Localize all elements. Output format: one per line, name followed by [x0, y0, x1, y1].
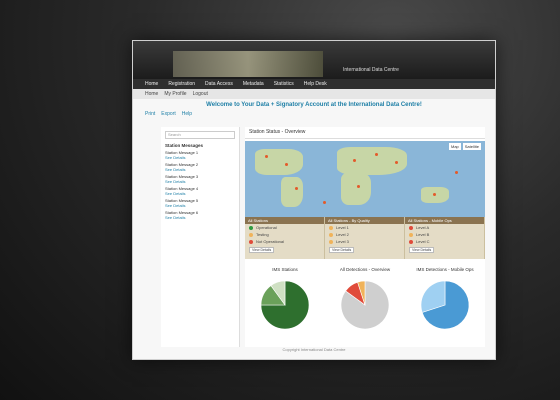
map-type-controls: Map Satellite — [448, 143, 481, 150]
legend-row[interactable]: Level C — [405, 238, 484, 245]
subbar-item[interactable]: Logout — [193, 91, 208, 97]
footer-text: Copyright International Data Centre — [282, 347, 346, 352]
view-details-button[interactable]: View Details — [329, 247, 355, 253]
action-link[interactable]: Help — [182, 111, 192, 117]
station-marker[interactable] — [375, 153, 378, 156]
list-item[interactable]: Station Message 3 See Details — [165, 174, 235, 184]
list-item[interactable]: Station Message 1 See Details — [165, 150, 235, 160]
station-marker[interactable] — [455, 171, 458, 174]
sub-bar: Home My Profile Logout — [133, 89, 495, 99]
charts-row: IMS Stations All Detections - Overview I… — [245, 265, 485, 345]
pie-svg — [340, 280, 390, 330]
continent-africa — [341, 173, 371, 205]
pie-svg — [260, 280, 310, 330]
site-title: International Data Centre — [343, 67, 399, 73]
station-marker[interactable] — [357, 185, 360, 188]
legend-heading: All Stations - Mobile Ops — [405, 217, 484, 224]
satellite-type-button[interactable]: Satellite — [462, 143, 481, 150]
sidebar-title: Station Messages — [165, 143, 204, 148]
station-marker[interactable] — [353, 159, 356, 162]
nav-item[interactable]: Registration — [168, 81, 195, 87]
pie-chart: IMS Stations — [245, 265, 325, 345]
legend-row[interactable]: Level 3 — [325, 238, 404, 245]
header-bar: International Data Centre — [133, 41, 495, 79]
station-marker[interactable] — [433, 193, 436, 196]
legend-column: All Stations - Mobile Ops Level A Level … — [405, 217, 485, 259]
legend-panel: All Stations Operational Testing Not Ope… — [245, 217, 485, 259]
station-marker[interactable] — [323, 201, 326, 204]
world-map[interactable]: Map Satellite — [245, 141, 485, 217]
legend-row[interactable]: Level 1 — [325, 224, 404, 231]
legend-row[interactable]: Level 2 — [325, 231, 404, 238]
action-link[interactable]: Export — [161, 111, 175, 117]
header-image — [173, 51, 323, 77]
legend-column: All Stations Operational Testing Not Ope… — [245, 217, 325, 259]
chart-title: IMS Stations — [272, 267, 298, 272]
nav-item[interactable]: Statistics — [274, 81, 294, 87]
view-details-button[interactable]: View Details — [249, 247, 275, 253]
station-marker[interactable] — [295, 187, 298, 190]
legend-column: All Stations - By Quality Level 1 Level … — [325, 217, 405, 259]
legend-heading: All Stations — [245, 217, 324, 224]
legend-heading: All Stations - By Quality — [325, 217, 404, 224]
legend-row[interactable]: Level B — [405, 231, 484, 238]
stage: International Data Centre Home Registrat… — [0, 0, 560, 400]
action-link[interactable]: Print — [145, 111, 155, 117]
chart-title: IMS Detections - Mobile Ops — [416, 267, 474, 272]
action-links: Print Export Help — [145, 111, 192, 117]
list-item[interactable]: Station Message 5 See Details — [165, 198, 235, 208]
nav-item[interactable]: Metadata — [243, 81, 264, 87]
legend-row[interactable]: Operational — [245, 224, 324, 231]
legend-row[interactable]: Testing — [245, 231, 324, 238]
search-input[interactable]: Search — [165, 131, 235, 139]
subbar-item[interactable]: My Profile — [164, 91, 186, 97]
list-item[interactable]: Station Message 4 See Details — [165, 186, 235, 196]
station-marker[interactable] — [265, 155, 268, 158]
nav-bar: Home Registration Data Access Metadata S… — [133, 79, 495, 89]
list-item[interactable]: Station Message 2 See Details — [165, 162, 235, 172]
list-item[interactable]: Station Message 6 See Details — [165, 210, 235, 220]
legend-row[interactable]: Level A — [405, 224, 484, 231]
station-marker[interactable] — [395, 161, 398, 164]
legend-row[interactable]: Not Operational — [245, 238, 324, 245]
pie-chart: IMS Detections - Mobile Ops — [405, 265, 485, 345]
panel-title: Station Status - Overview — [245, 127, 485, 139]
chart-title: All Detections - Overview — [339, 267, 391, 272]
view-details-button[interactable]: View Details — [409, 247, 435, 253]
welcome-message: Welcome to Your Data + Signatory Account… — [206, 102, 422, 108]
map-type-button[interactable]: Map — [448, 143, 461, 150]
nav-item[interactable]: Home — [145, 81, 158, 87]
continent-south-america — [281, 177, 303, 207]
screen: International Data Centre Home Registrat… — [132, 40, 496, 360]
continent-north-america — [255, 149, 303, 175]
nav-item[interactable]: Data Access — [205, 81, 233, 87]
main-panel: Station Status - Overview Map Satellite … — [245, 127, 485, 347]
subbar-item[interactable]: Home — [145, 91, 158, 97]
pie-chart: All Detections - Overview — [325, 265, 405, 345]
sidebar: Search Station Messages Station Message … — [161, 127, 240, 347]
station-marker[interactable] — [285, 163, 288, 166]
nav-item[interactable]: Help Desk — [304, 81, 327, 87]
pie-svg — [420, 280, 470, 330]
